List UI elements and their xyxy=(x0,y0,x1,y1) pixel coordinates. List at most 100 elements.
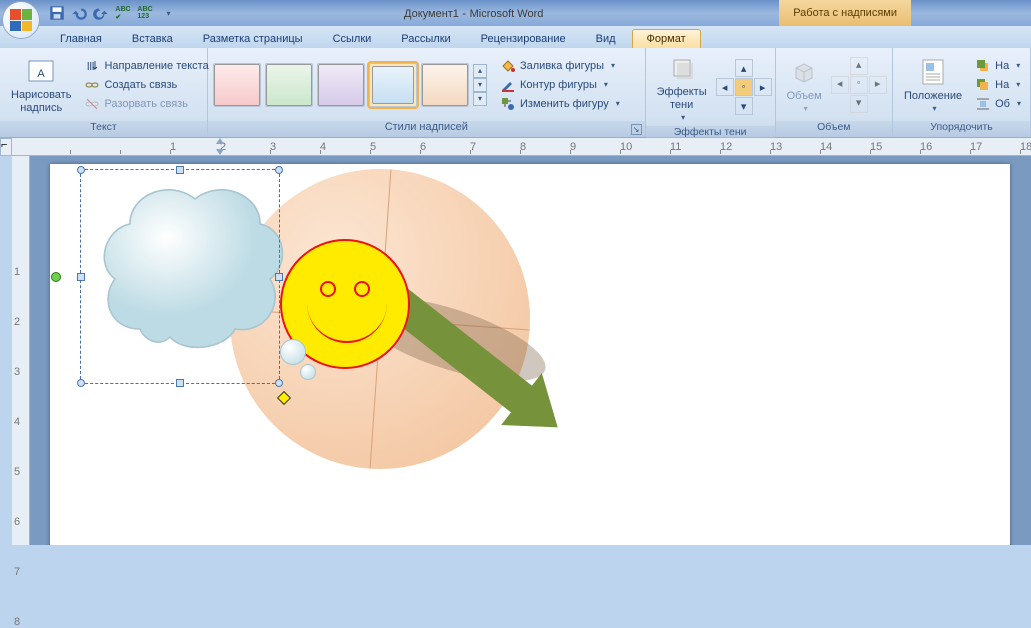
window-title: Документ1 - Microsoft Word xyxy=(404,6,543,20)
group-shadow-effects: Эффекты тени ▴ ◂ ◦ ▸ ▾ Эффекты тени xyxy=(646,48,776,137)
tab-home[interactable]: Главная xyxy=(46,30,116,48)
tilt-left-icon[interactable]: ◂ xyxy=(831,76,849,94)
send-back-button[interactable]: На xyxy=(971,76,1025,94)
bring-front-button[interactable]: На xyxy=(971,57,1025,75)
document-area[interactable] xyxy=(30,156,1031,545)
save-icon[interactable] xyxy=(48,4,66,22)
spellcheck-alt-icon[interactable]: ABC123 xyxy=(136,4,154,22)
tilt-down-icon[interactable]: ▾ xyxy=(850,95,868,113)
svg-text:A: A xyxy=(38,68,46,80)
handle-s[interactable] xyxy=(176,379,184,387)
tilt-up-icon[interactable]: ▴ xyxy=(850,57,868,75)
break-link-icon xyxy=(84,96,100,112)
handle-nw[interactable] xyxy=(77,166,85,174)
handle-n[interactable] xyxy=(176,166,184,174)
text-direction-button[interactable]: lll Направление текста xyxy=(80,57,212,75)
style-swatch-4[interactable] xyxy=(369,63,417,107)
change-shape-button[interactable]: Изменить фигуру xyxy=(496,95,624,113)
shape-outline-label: Контур фигуры xyxy=(520,79,597,91)
text-direction-label: Направление текста xyxy=(104,60,208,72)
shadow-icon xyxy=(666,52,698,84)
nudge-right-icon[interactable]: ▸ xyxy=(754,78,772,96)
draw-textbox-button[interactable]: A Нарисовать надпись xyxy=(5,53,77,116)
handle-ne[interactable] xyxy=(275,166,283,174)
wrap-icon xyxy=(975,96,991,112)
send-back-label: На xyxy=(995,79,1009,91)
bucket-icon xyxy=(500,58,516,74)
bring-front-label: На xyxy=(995,60,1009,72)
tilt-center-icon[interactable]: ◦ xyxy=(850,76,868,94)
group-text-label: Текст xyxy=(0,121,207,137)
qat-customize-icon[interactable] xyxy=(158,4,176,22)
shape-fill-label: Заливка фигуры xyxy=(520,60,604,72)
text-wrap-button[interactable]: Об xyxy=(971,95,1025,113)
ribbon: A Нарисовать надпись lll Направление тек… xyxy=(0,48,1031,138)
group-3d-label: Объем xyxy=(776,121,892,137)
horizontal-ruler[interactable]: 123456789101112131415161718 xyxy=(30,138,1031,156)
tab-page-layout[interactable]: Разметка страницы xyxy=(189,30,317,48)
smiley-mouth-icon xyxy=(307,303,387,343)
style-swatch-2[interactable] xyxy=(265,63,313,107)
style-swatch-5[interactable] xyxy=(421,63,469,107)
tab-insert[interactable]: Вставка xyxy=(118,30,187,48)
nudge-center-icon[interactable]: ◦ xyxy=(735,78,753,96)
tilt-right-icon[interactable]: ▸ xyxy=(869,76,887,94)
group-3d: Объем ▴ ◂ ◦ ▸ ▾ Объем xyxy=(776,48,893,137)
contextual-tab-title: Работа с надписями xyxy=(779,0,911,26)
style-swatch-1[interactable] xyxy=(213,63,261,107)
undo-icon[interactable] xyxy=(70,4,88,22)
3d-tilt-grid: ▴ ◂ ◦ ▸ ▾ xyxy=(831,57,887,113)
handle-w[interactable] xyxy=(77,273,85,281)
gallery-down-icon[interactable]: ▾ xyxy=(473,78,487,92)
tab-format[interactable]: Формат xyxy=(632,29,701,48)
shadow-effects-button[interactable]: Эффекты тени xyxy=(651,50,713,124)
gallery-scroll: ▴ ▾ ▾ xyxy=(473,64,487,106)
handle-sw[interactable] xyxy=(77,379,85,387)
tab-references[interactable]: Ссылки xyxy=(319,30,386,48)
break-link-button[interactable]: Разорвать связь xyxy=(80,95,212,113)
cloud-tail-bubble-2-icon xyxy=(300,364,316,380)
gallery-more-icon[interactable]: ▾ xyxy=(473,92,487,106)
change-shape-label: Изменить фигуру xyxy=(520,98,609,110)
create-link-button[interactable]: Создать связь xyxy=(80,76,212,94)
group-textbox-styles: ▴ ▾ ▾ Заливка фигуры Контур фигуры Измен… xyxy=(208,48,646,137)
rotation-handle[interactable] xyxy=(51,272,61,282)
draw-textbox-label: Нарисовать надпись xyxy=(11,89,71,114)
spellcheck-icon[interactable]: ABC✔ xyxy=(114,4,132,22)
text-direction-icon: lll xyxy=(84,58,100,74)
3d-effects-button[interactable]: Объем xyxy=(781,54,828,116)
nudge-left-icon[interactable]: ◂ xyxy=(716,78,734,96)
shape-outline-button[interactable]: Контур фигуры xyxy=(496,76,624,94)
vertical-ruler[interactable]: 12345678 xyxy=(12,156,30,545)
position-icon xyxy=(917,56,949,88)
position-button[interactable]: Положение xyxy=(898,54,968,116)
nudge-down-icon[interactable]: ▾ xyxy=(735,97,753,115)
group-shadow-label: Эффекты тени xyxy=(646,126,775,138)
shape-fill-button[interactable]: Заливка фигуры xyxy=(496,57,624,75)
tab-review[interactable]: Рецензирование xyxy=(467,30,580,48)
handle-e[interactable] xyxy=(275,273,283,281)
smiley-eye-right-icon xyxy=(354,281,370,297)
tab-view[interactable]: Вид xyxy=(582,30,630,48)
textbox-icon: A xyxy=(25,55,57,87)
create-link-label: Создать связь xyxy=(104,79,177,91)
ribbon-tabs: Главная Вставка Разметка страницы Ссылки… xyxy=(0,26,1031,48)
group-text: A Нарисовать надпись lll Направление тек… xyxy=(0,48,208,137)
tab-mailings[interactable]: Рассылки xyxy=(387,30,464,48)
ruler-corner[interactable]: ⌐ xyxy=(0,138,12,156)
styles-launcher-icon[interactable]: ↘ xyxy=(631,124,642,135)
gallery-up-icon[interactable]: ▴ xyxy=(473,64,487,78)
break-link-label: Разорвать связь xyxy=(104,98,188,110)
title-bar: ABC✔ ABC123 Документ1 - Microsoft Word Р… xyxy=(0,0,1031,26)
wrap-label: Об xyxy=(995,98,1010,110)
handle-se[interactable] xyxy=(275,379,283,387)
link-icon xyxy=(84,77,100,93)
group-arrange: Положение На На Об Упорядочить xyxy=(893,48,1031,137)
style-swatch-3[interactable] xyxy=(317,63,365,107)
nudge-up-icon[interactable]: ▴ xyxy=(735,59,753,77)
smiley-eye-left-icon xyxy=(320,281,336,297)
redo-icon[interactable] xyxy=(92,4,110,22)
group-arrange-label: Упорядочить xyxy=(893,121,1030,137)
office-button[interactable] xyxy=(2,1,40,39)
page xyxy=(50,164,1010,545)
